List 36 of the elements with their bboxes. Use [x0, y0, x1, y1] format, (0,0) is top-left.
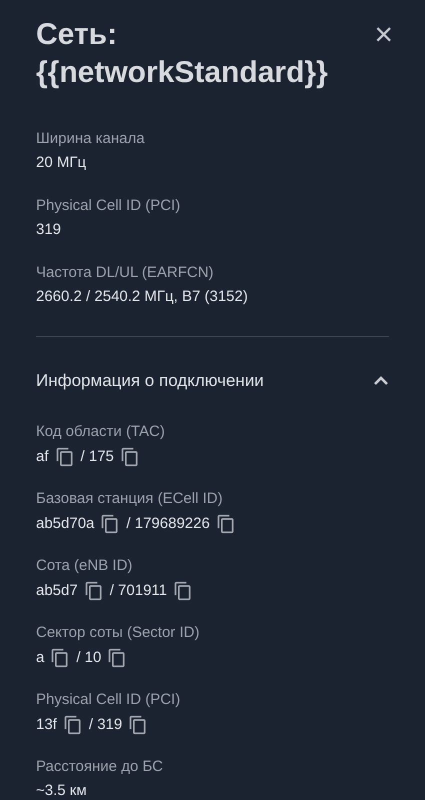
- copy-button[interactable]: [62, 715, 83, 735]
- field-label: Сота (eNB ID): [36, 557, 134, 575]
- copy-button[interactable]: [100, 514, 120, 534]
- hex-value: ab5d70a: [36, 515, 94, 533]
- decimal-value: / 179689226: [126, 515, 210, 533]
- field-label: Код области (TAC): [36, 423, 166, 441]
- decimal-value: / 701911: [110, 582, 167, 600]
- decimal-value: / 175: [80, 448, 114, 466]
- hex-value: a: [36, 649, 44, 667]
- section-header[interactable]: Информация о подключении: [36, 371, 389, 391]
- field-label: Частота DL/UL (EARFCN): [36, 264, 215, 282]
- field-value: 20 МГц: [36, 154, 88, 172]
- copy-button[interactable]: [128, 715, 148, 735]
- copy-button[interactable]: [84, 581, 104, 601]
- field-value: 319: [36, 221, 62, 239]
- field-label: Сектор соты (Sector ID): [36, 624, 200, 642]
- dialog-title: Сеть: {{networkStandard}}: [36, 17, 329, 91]
- copy-button[interactable]: [120, 447, 140, 467]
- close-button[interactable]: ×: [374, 18, 393, 50]
- copy-button[interactable]: [54, 447, 75, 467]
- field-value: 2660.2 / 2540.2 МГц, B7 (3152): [36, 288, 249, 306]
- field-label: Базовая станция (ECell ID): [36, 490, 224, 508]
- hex-value: 13f: [36, 716, 57, 734]
- copy-button[interactable]: [173, 581, 193, 601]
- decimal-value: / 319: [88, 716, 122, 734]
- field-value: ~3.5 км: [36, 782, 88, 800]
- hex-value: af: [36, 448, 49, 466]
- copy-button[interactable]: [107, 648, 128, 668]
- field-label: Physical Cell ID (PCI): [36, 691, 182, 709]
- copy-button[interactable]: [216, 514, 236, 534]
- field-label: Physical Cell ID (PCI): [36, 197, 182, 215]
- field-label: Ширина канала: [36, 130, 146, 148]
- copy-button[interactable]: [50, 648, 70, 668]
- field-label: Расстояние до БС: [36, 758, 164, 776]
- decimal-value: / 10: [76, 649, 102, 667]
- hex-value: ab5d7: [36, 582, 78, 600]
